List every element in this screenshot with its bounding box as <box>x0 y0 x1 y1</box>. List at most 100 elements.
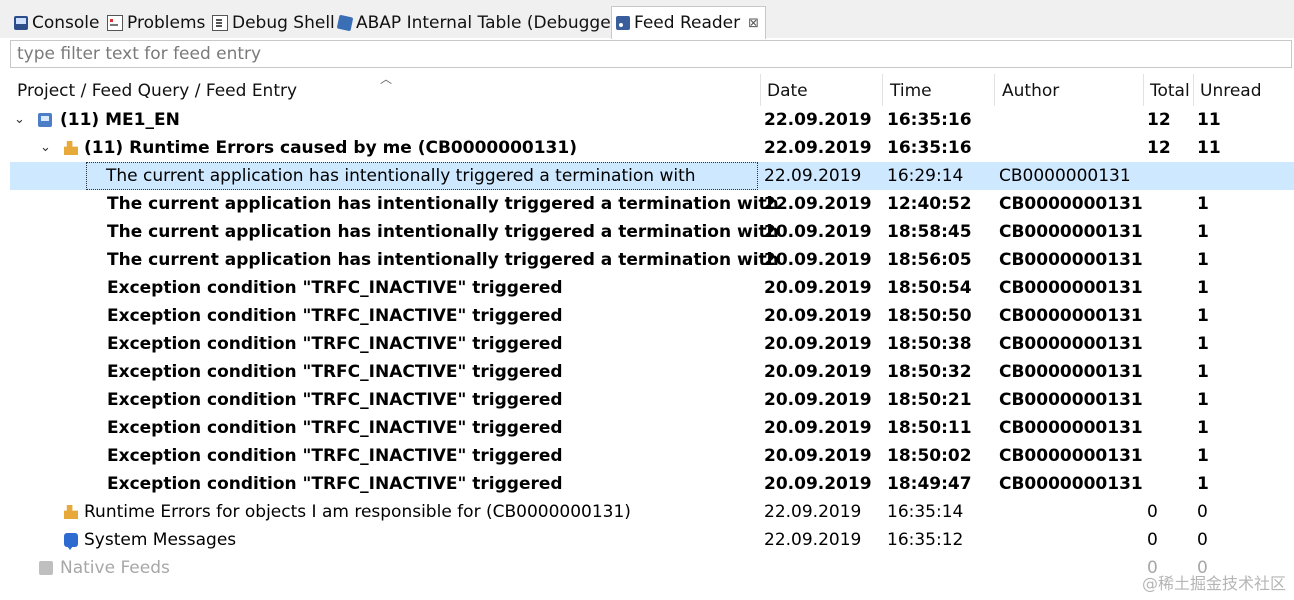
column-divider[interactable] <box>1193 74 1194 106</box>
entry-total: 0 <box>1147 530 1158 550</box>
entry-date: 20.09.2019 <box>764 306 872 326</box>
tab-problems[interactable]: Problems <box>107 9 205 37</box>
entry-label: Exception condition "TRFC_INACTIVE" trig… <box>107 446 563 466</box>
entry-unread: 1 <box>1197 446 1209 466</box>
entry-date: 22.09.2019 <box>764 110 872 130</box>
entry-label: Exception condition "TRFC_INACTIVE" trig… <box>107 362 563 382</box>
entry-author: CB0000000131 <box>999 474 1143 494</box>
column-divider[interactable] <box>1143 74 1144 106</box>
entry-unread: 11 <box>1197 138 1221 158</box>
tree-row-feed-entry[interactable]: Exception condition "TRFC_INACTIVE" trig… <box>10 302 1294 330</box>
native-feeds-icon <box>39 561 53 575</box>
debug-shell-icon <box>212 15 228 31</box>
tab-abap-internal-table[interactable]: ABAP Internal Table (Debugger) <box>336 9 625 37</box>
entry-unread: 1 <box>1197 390 1209 410</box>
entry-date: 22.09.2019 <box>764 166 862 186</box>
tree-row-feed-entry[interactable]: Exception condition "TRFC_INACTIVE" trig… <box>10 442 1294 470</box>
entry-unread: 0 <box>1197 502 1208 522</box>
entry-time: 18:50:32 <box>887 362 972 382</box>
column-divider[interactable] <box>760 74 761 106</box>
feed-filter-input[interactable] <box>10 40 1292 68</box>
tree-row-feed-entry[interactable]: Exception condition "TRFC_INACTIVE" trig… <box>10 358 1294 386</box>
tree-row-feed-entry[interactable]: Exception condition "TRFC_INACTIVE" trig… <box>10 330 1294 358</box>
tab-console[interactable]: Console <box>14 9 100 37</box>
tree-row-feed-entry[interactable]: The current application has intentionall… <box>10 190 1294 218</box>
entry-unread: 1 <box>1197 474 1209 494</box>
entry-total: 12 <box>1147 138 1171 158</box>
entry-date: 20.09.2019 <box>764 222 872 242</box>
entry-date: 20.09.2019 <box>764 418 872 438</box>
entry-unread: 1 <box>1197 222 1209 242</box>
tree-row-feed-entry[interactable]: Exception condition "TRFC_INACTIVE" trig… <box>10 274 1294 302</box>
column-header-total[interactable]: Total <box>1150 76 1190 106</box>
column-header-date[interactable]: Date <box>767 76 808 106</box>
entry-time: 18:50:50 <box>887 306 972 326</box>
entry-unread: 1 <box>1197 334 1209 354</box>
tree-row-feed-entry[interactable]: Exception condition "TRFC_INACTIVE" trig… <box>10 386 1294 414</box>
tree-row-project[interactable]: ⌄ (11) ME1_EN 22.09.2019 16:35:16 12 11 <box>10 106 1294 134</box>
tab-debug-shell-label: Debug Shell <box>232 13 335 33</box>
entry-time: 18:56:05 <box>887 250 972 270</box>
entry-label: Exception condition "TRFC_INACTIVE" trig… <box>107 334 563 354</box>
entry-date: 20.09.2019 <box>764 362 872 382</box>
entry-date: 20.09.2019 <box>764 334 872 354</box>
tree-row-feed-entry[interactable]: The current application has intentionall… <box>10 246 1294 274</box>
close-icon[interactable]: ⊠ <box>748 16 759 31</box>
watermark: @稀土掘金技术社区 <box>1141 574 1286 593</box>
entry-label: The current application has intentionall… <box>107 222 779 242</box>
column-header-unread[interactable]: Unread <box>1200 76 1262 106</box>
tree-row-system-messages[interactable]: System Messages 22.09.2019 16:35:12 0 0 <box>10 526 1294 554</box>
tab-abap-internal-table-label: ABAP Internal Table (Debugger) <box>356 13 625 33</box>
tab-feed-reader[interactable]: Feed Reader ⊠ <box>611 6 767 39</box>
column-header-time[interactable]: Time <box>890 76 932 106</box>
entry-time: 16:35:16 <box>887 138 972 158</box>
column-header-entry[interactable]: Project / Feed Query / Feed Entry <box>17 76 297 106</box>
column-header-author[interactable]: Author <box>1002 76 1059 106</box>
entry-author: CB0000000131 <box>999 306 1143 326</box>
entry-total: 12 <box>1147 110 1171 130</box>
entry-time: 16:29:14 <box>887 166 964 186</box>
column-divider[interactable] <box>994 74 995 106</box>
entry-date: 20.09.2019 <box>764 446 872 466</box>
entry-author: CB0000000131 <box>999 166 1131 186</box>
tree-row-feed-entry[interactable]: Exception condition "TRFC_INACTIVE" trig… <box>10 414 1294 442</box>
tree-row-feed-query[interactable]: Runtime Errors for objects I am responsi… <box>10 498 1294 526</box>
entry-date: 20.09.2019 <box>764 278 872 298</box>
view-tab-bar: Console Problems Debug Shell ABAP Intern… <box>0 0 1294 39</box>
entry-author: CB0000000131 <box>999 334 1143 354</box>
tree-row-feed-query[interactable]: ⌄ (11) Runtime Errors caused by me (CB00… <box>10 134 1294 162</box>
entry-unread: 1 <box>1197 362 1209 382</box>
entry-label: (11) ME1_EN <box>60 110 180 130</box>
column-divider[interactable] <box>882 74 883 106</box>
entry-author: CB0000000131 <box>999 390 1143 410</box>
tree-row-native-feeds[interactable]: Native Feeds 0 0 <box>10 554 1294 582</box>
entry-unread: 1 <box>1197 278 1209 298</box>
entry-time: 16:35:12 <box>887 530 964 550</box>
entry-date: 20.09.2019 <box>764 390 872 410</box>
console-icon <box>14 16 28 30</box>
entry-author: CB0000000131 <box>999 446 1143 466</box>
entry-author: CB0000000131 <box>999 418 1143 438</box>
project-icon <box>38 113 52 127</box>
chevron-down-icon[interactable]: ⌄ <box>40 134 51 162</box>
entry-date: 22.09.2019 <box>764 502 862 522</box>
entry-author: CB0000000131 <box>999 278 1143 298</box>
entry-label: (11) Runtime Errors caused by me (CB0000… <box>84 138 577 158</box>
entry-time: 18:58:45 <box>887 222 972 242</box>
tree-row-feed-entry[interactable]: Exception condition "TRFC_INACTIVE" trig… <box>10 470 1294 498</box>
tree-row-feed-entry[interactable]: The current application has intentionall… <box>10 218 1294 246</box>
tab-problems-label: Problems <box>127 13 206 33</box>
entry-unread: 1 <box>1197 250 1209 270</box>
sort-ascending-icon: ︿ <box>380 72 393 86</box>
entry-time: 16:35:14 <box>887 502 964 522</box>
entry-author: CB0000000131 <box>999 194 1143 214</box>
tab-debug-shell[interactable]: Debug Shell <box>212 9 335 37</box>
entry-unread: 1 <box>1197 418 1209 438</box>
entry-author: CB0000000131 <box>999 250 1143 270</box>
feed-query-icon <box>64 141 78 155</box>
chevron-down-icon[interactable]: ⌄ <box>14 106 25 134</box>
entry-label: Exception condition "TRFC_INACTIVE" trig… <box>107 306 563 326</box>
entry-label: Runtime Errors for objects I am responsi… <box>84 502 631 522</box>
tree-row-feed-entry[interactable]: The current application has intentionall… <box>10 162 1294 190</box>
entry-label: The current application has intentionall… <box>107 250 779 270</box>
